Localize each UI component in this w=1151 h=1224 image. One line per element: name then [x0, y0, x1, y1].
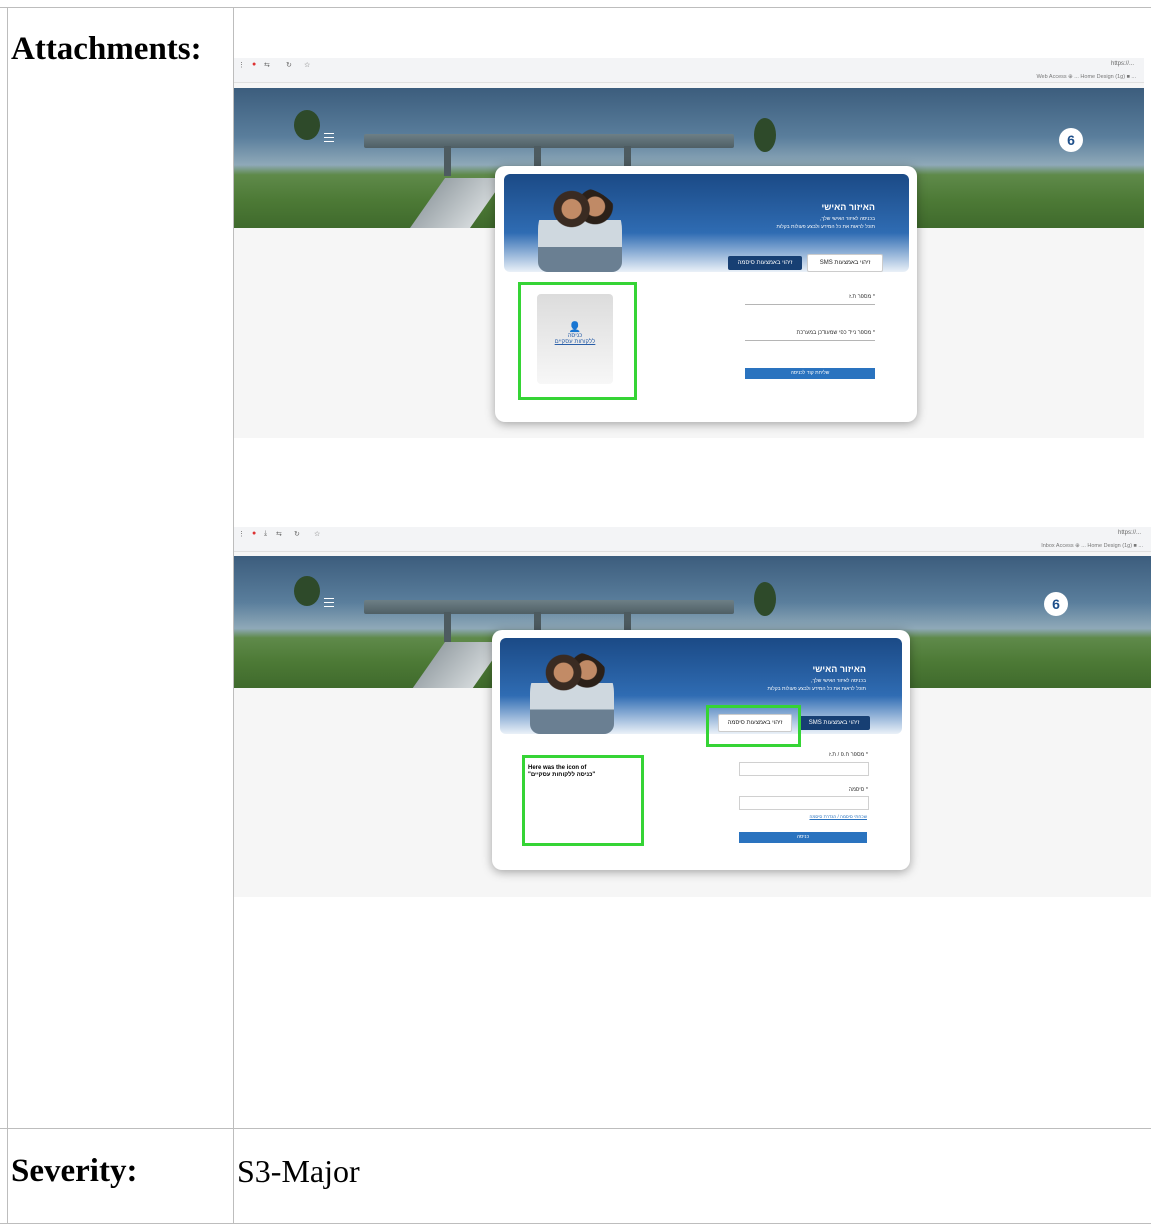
download-icon: ⤓ [264, 530, 268, 537]
banner-line-1: בכניסה לאיזור האישי שלך, [820, 216, 875, 222]
extension-icon: ⇆ [264, 62, 270, 69]
address-bar[interactable]: https://... [1111, 61, 1134, 67]
record-icon: ● [252, 530, 257, 537]
menu-dots-icon: ⋮ [238, 531, 245, 538]
login-button[interactable]: כניסה [739, 832, 867, 843]
banner-title: האיזור האישי [821, 202, 875, 212]
couple-photo [530, 652, 614, 734]
table-border-top [0, 7, 1151, 8]
password-input[interactable] [739, 796, 869, 810]
tree-shape [754, 582, 776, 616]
bookmarks-bar: Web Access ⊕ ... Home Design (1g) ■ ... [234, 72, 1144, 83]
table-row-divider [0, 1128, 1151, 1129]
attachments-label: Attachments: [11, 31, 202, 67]
password-label: * סיסמה [848, 787, 868, 793]
login-card: האיזור האישי בכניסה לאיזור האישי שלך, תו… [492, 630, 910, 870]
login-banner: האיזור האישי בכניסה לאיזור האישי שלך, תו… [504, 174, 909, 272]
company-id-label: * מספר ח.פ / ת.ז [828, 752, 868, 758]
tab-sms[interactable]: זיהוי באמצעות SMS [807, 254, 883, 272]
bookmarks-bar: Inbox Access ⊕ ... Home Design (1g) ■ ..… [234, 541, 1151, 552]
banner-line-2: תוכל לראות את כל המידע ולבצע פעולות בקלו… [767, 686, 866, 692]
phone-label: * מספר נייד כפי שמעודכן במערכת [796, 330, 875, 336]
browser-toolbar: ⋮ ● ⤓ ⇆ ↻ ☆ https://... [234, 527, 1151, 541]
star-icon: ☆ [314, 531, 321, 538]
couple-photo [538, 188, 622, 272]
road-shape [402, 178, 506, 228]
tree-shape [294, 576, 320, 606]
forgot-password-link[interactable]: שכחתי סיסמה / הגדרת סיסמה [809, 814, 867, 819]
browser-toolbar: ⋮ ● ⇆ ↻ ☆ https://... [234, 58, 1144, 72]
id-number-input[interactable] [745, 304, 875, 305]
reload-icon: ↻ [294, 531, 300, 538]
logo-icon[interactable]: 6 [1059, 128, 1083, 152]
login-banner: האיזור האישי בכניסה לאיזור האישי שלך, תו… [500, 638, 902, 734]
screenshot-after: ⋮ ● ⤓ ⇆ ↻ ☆ https://... Inbox Access ⊕ .… [234, 527, 1151, 897]
missing-icon-note: Here was the icon of "כניסה ללקוחות עסקי… [528, 765, 595, 779]
note-line-1: Here was the icon of [528, 765, 587, 771]
severity-value: S3-Major [237, 1153, 360, 1189]
record-icon: ● [252, 61, 257, 68]
tab-sms[interactable]: זיהוי באמצעות SMS [798, 716, 870, 730]
reload-icon: ↻ [286, 62, 292, 69]
screenshot-before: ⋮ ● ⇆ ↻ ☆ https://... Web Access ⊕ ... H… [234, 58, 1144, 438]
hamburger-menu-icon[interactable] [324, 598, 334, 607]
note-line-2: "כניסה ללקוחות עסקיים" [528, 772, 596, 778]
hamburger-menu-icon[interactable] [324, 133, 334, 142]
bridge-pillar [444, 146, 451, 176]
logo-icon[interactable]: 6 [1044, 592, 1068, 616]
id-number-label: * מספר ת.ז [849, 294, 875, 300]
bridge-shape [364, 134, 734, 148]
extension-icon: ⇆ [276, 531, 282, 538]
address-bar[interactable]: https://... [1118, 530, 1141, 536]
bridge-pillar [444, 612, 451, 642]
star-icon: ☆ [304, 62, 311, 69]
banner-title: האיזור האישי [812, 664, 866, 674]
tree-shape [294, 110, 320, 140]
road-shape [402, 642, 506, 688]
phone-input[interactable] [745, 340, 875, 341]
menu-dots-icon: ⋮ [238, 62, 245, 69]
bug-report-table: Attachments: Severity: S3-Major ⋮ ● ⇆ ↻ … [0, 0, 1151, 1224]
banner-line-1: בכניסה לאיזור האישי שלך, [811, 678, 866, 684]
company-id-input[interactable] [739, 762, 869, 776]
send-code-button[interactable]: שליחת קוד לכניסה [745, 368, 875, 379]
banner-line-2: תוכל לראות את כל המידע ולבצע פעולות בקלו… [776, 224, 875, 230]
table-border-left [7, 7, 8, 1224]
highlight-box-tile [518, 282, 637, 400]
tree-shape [754, 118, 776, 152]
bridge-shape [364, 600, 734, 614]
severity-label: Severity: [11, 1153, 138, 1189]
tab-password[interactable]: זיהוי באמצעות סיסמה [728, 256, 802, 270]
highlight-box-tab [706, 705, 801, 747]
login-card: האיזור האישי בכניסה לאיזור האישי שלך, תו… [495, 166, 917, 422]
